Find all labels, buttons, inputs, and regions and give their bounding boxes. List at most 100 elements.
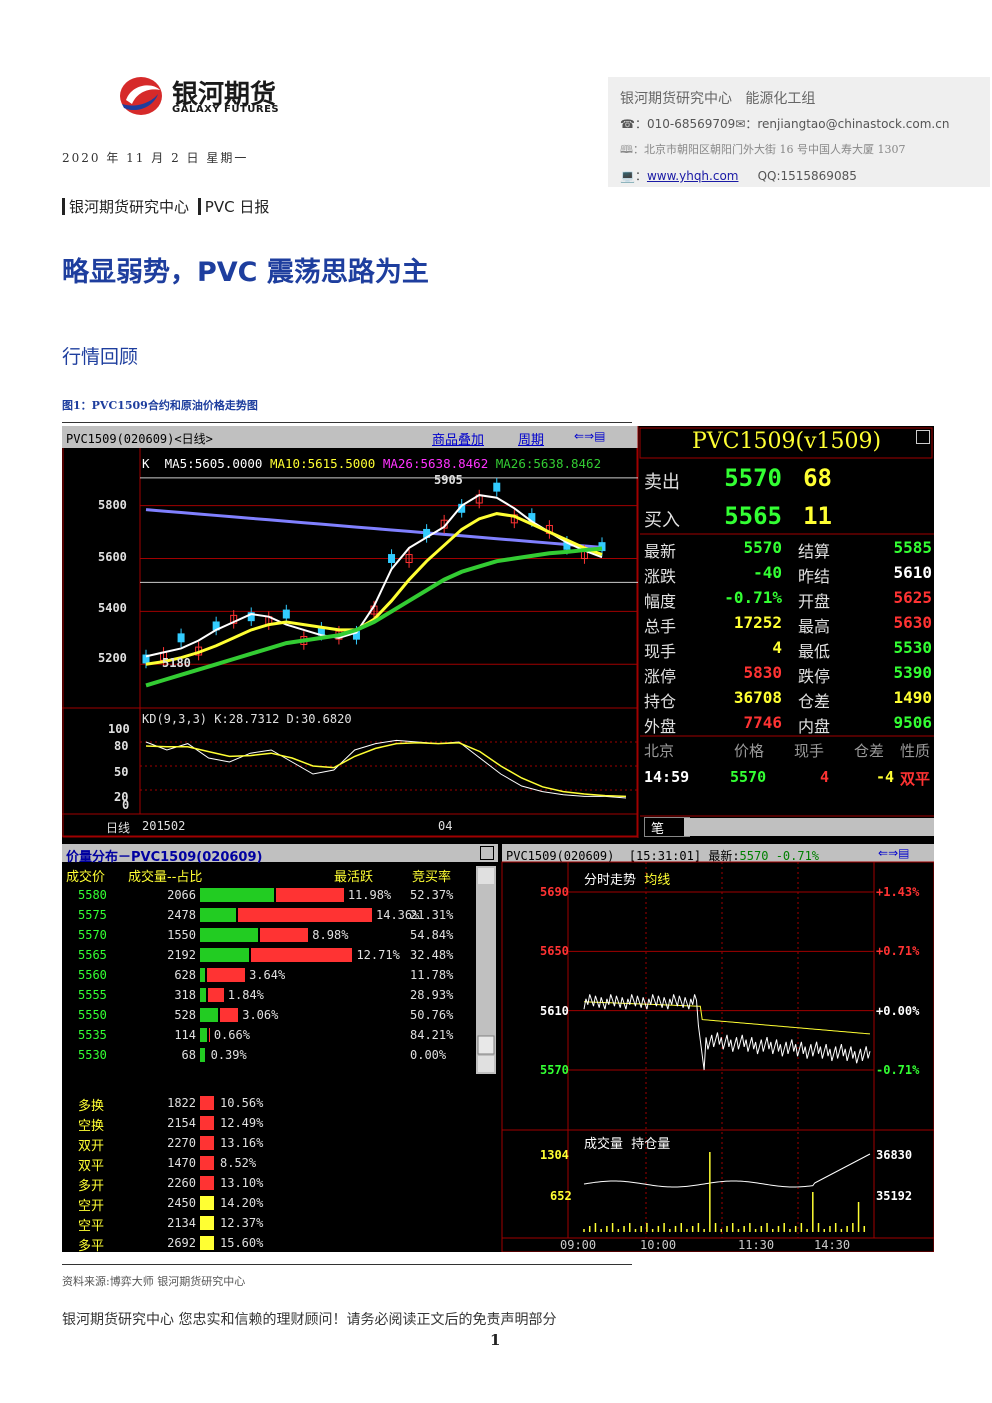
dist-ratio: 54.84% — [410, 928, 454, 942]
report-date: 2020 年 11 月 2 日 星期一 — [62, 151, 249, 165]
pct-tick: +1.43% — [876, 885, 920, 899]
dist-bar-sell — [250, 948, 353, 962]
quote-value: 5630 — [893, 613, 932, 632]
time-tick: 14:30 — [814, 1238, 851, 1252]
dist-row: 5530 68 0.39% 0.00% — [62, 1046, 472, 1064]
trade-type-row: 多换 1822 10.56% — [62, 1094, 472, 1114]
oi-line — [583, 1153, 871, 1188]
trade-type-row: 双开 2270 13.16% — [62, 1134, 472, 1154]
quote-row: 涨跌 -40 昨结 5610 — [642, 561, 937, 586]
period-button[interactable]: 周期 — [518, 429, 544, 448]
prev-icon[interactable]: ⇐ — [574, 429, 584, 443]
dist-volume: 68 — [181, 1048, 196, 1062]
breadcrumb-report: PVC 日报 — [204, 198, 270, 216]
kd-tick: 50 — [114, 765, 129, 779]
caption-rule — [62, 422, 632, 423]
next-icon[interactable]: ⇒ — [888, 846, 898, 860]
y-tick: 5200 — [98, 651, 127, 665]
company-logo: 银河期货 GALAXY FUTURES — [118, 74, 308, 120]
trade-type-name: 空换 — [78, 1119, 105, 1134]
trade-type-percent: 10.56% — [220, 1096, 264, 1110]
intraday-legend: 分时走势 均线 — [584, 873, 671, 888]
quote-row: 总手 17252 最高 5630 — [642, 611, 937, 636]
tick-header: 北京 价格 现手 仓差 性质 — [644, 742, 931, 760]
dist-volume: 528 — [174, 1008, 196, 1022]
trade-type-percent: 14.20% — [220, 1196, 264, 1210]
dist-ratio: 32.48% — [410, 948, 454, 962]
intraday-price-line — [583, 994, 871, 1071]
contact-address-line: 🕮：北京市朝阳区朝阳门外大街 16 号中国人寿大厦 1307 — [620, 143, 906, 156]
breadcrumb-org: 银河期货研究中心 — [69, 198, 190, 216]
quote-label: 现手 — [644, 642, 677, 661]
quote-close-icon[interactable] — [916, 430, 930, 444]
dist-ratio: 11.78% — [410, 968, 454, 982]
prev-icon[interactable]: ⇐ — [878, 846, 888, 860]
trade-type-volume: 2154 — [167, 1116, 196, 1130]
page-number: 1 — [490, 1331, 501, 1349]
dist-volume: 1550 — [167, 928, 196, 942]
quote-value: 5530 — [893, 638, 932, 657]
quote-label: 开盘 — [798, 592, 831, 611]
dist-percent: 1.84% — [227, 988, 264, 1002]
trade-type-bar — [200, 1176, 214, 1190]
layout-icon[interactable]: ▤ — [594, 429, 605, 443]
next-icon[interactable]: ⇒ — [584, 429, 594, 443]
contact-org: 银河期货研究中心 能源化工组 — [620, 91, 816, 107]
computer-icon: 💻： — [620, 169, 647, 183]
website-link[interactable]: www.yhqh.com — [647, 169, 739, 183]
dist-bar-buy — [200, 988, 207, 1002]
kline-high-label: 5905 — [434, 473, 463, 487]
intraday-title: PVC1509(020609) [15:31:01] 最新:5570 -0.71… — [506, 849, 820, 863]
dist-bar-sell — [260, 928, 309, 942]
dist-bar-buy — [200, 948, 249, 962]
quote-row: 涨停 5830 跌停 5390 — [642, 661, 937, 686]
layout-icon[interactable]: ▤ — [898, 846, 909, 860]
dist-header: 成交价 成交量--占比 最活跃 竞买率 — [66, 870, 452, 885]
intraday-controls: ⇐⇒▤ — [878, 846, 909, 860]
dist-close-icon[interactable] — [480, 846, 494, 860]
dist-volume: 2478 — [167, 908, 196, 922]
quote-label: 跌停 — [798, 667, 831, 686]
quote-row: 持仓 36708 仓差 1490 — [642, 686, 937, 711]
address-icon: 🕮： — [620, 143, 644, 156]
quote-value: -0.71% — [724, 588, 782, 607]
trade-type-name: 多开 — [78, 1179, 105, 1194]
x-axis-label: 日线 — [106, 821, 131, 835]
y-tick: 5400 — [98, 601, 127, 615]
figure-caption: 图1：PVC1509合约和原油价格走势图 — [62, 399, 258, 412]
dist-price: 5565 — [78, 948, 107, 962]
quote-label: 结算 — [798, 542, 831, 561]
kd-d-line — [145, 742, 627, 798]
dist-ratio: 28.93% — [410, 988, 454, 1002]
trade-type-volume: 2260 — [167, 1176, 196, 1190]
overlay-button[interactable]: 商品叠加 — [432, 429, 484, 448]
pct-tick: +0.71% — [876, 944, 920, 958]
trade-type-percent: 15.60% — [220, 1236, 264, 1250]
kd-tick: 100 — [108, 722, 130, 736]
quote-value: 5390 — [893, 663, 932, 682]
trade-type-percent: 12.49% — [220, 1116, 264, 1130]
volume-legend: 成交量 持仓量 — [584, 1137, 671, 1152]
dist-row: 5575 2478 14.36% 21.31% — [62, 906, 472, 924]
contact-box: 银河期货研究中心 能源化工组 ☎：010-68569709✉：renjiangt… — [608, 77, 990, 187]
quote-value: 5610 — [893, 563, 932, 582]
pct-tick: -0.71% — [876, 1063, 920, 1077]
quote-row: 最新 5570 结算 5585 — [642, 536, 937, 561]
email-icon: ✉： — [735, 117, 758, 131]
trade-type-row: 多开 2260 13.10% — [62, 1174, 472, 1194]
buy-row: 买入 5565 11 — [644, 502, 832, 531]
dist-bar-buy — [200, 968, 206, 982]
dist-bar-sell — [220, 1008, 239, 1022]
trade-type-volume: 1822 — [167, 1096, 196, 1110]
trade-type-percent: 8.52% — [220, 1156, 257, 1170]
dist-price: 5550 — [78, 1008, 107, 1022]
quote-row: 现手 4 最低 5530 — [642, 636, 937, 661]
quote-value: 4 — [772, 638, 782, 657]
dist-bar-sell — [276, 888, 344, 902]
trade-type-bar — [200, 1236, 214, 1250]
oi-tick: 35192 — [876, 1189, 913, 1203]
dist-price: 5530 — [78, 1048, 107, 1062]
trade-type-name: 空平 — [78, 1219, 105, 1234]
dist-bar-buy — [200, 1048, 205, 1062]
trade-type-row: 多平 2692 15.60% — [62, 1234, 472, 1254]
